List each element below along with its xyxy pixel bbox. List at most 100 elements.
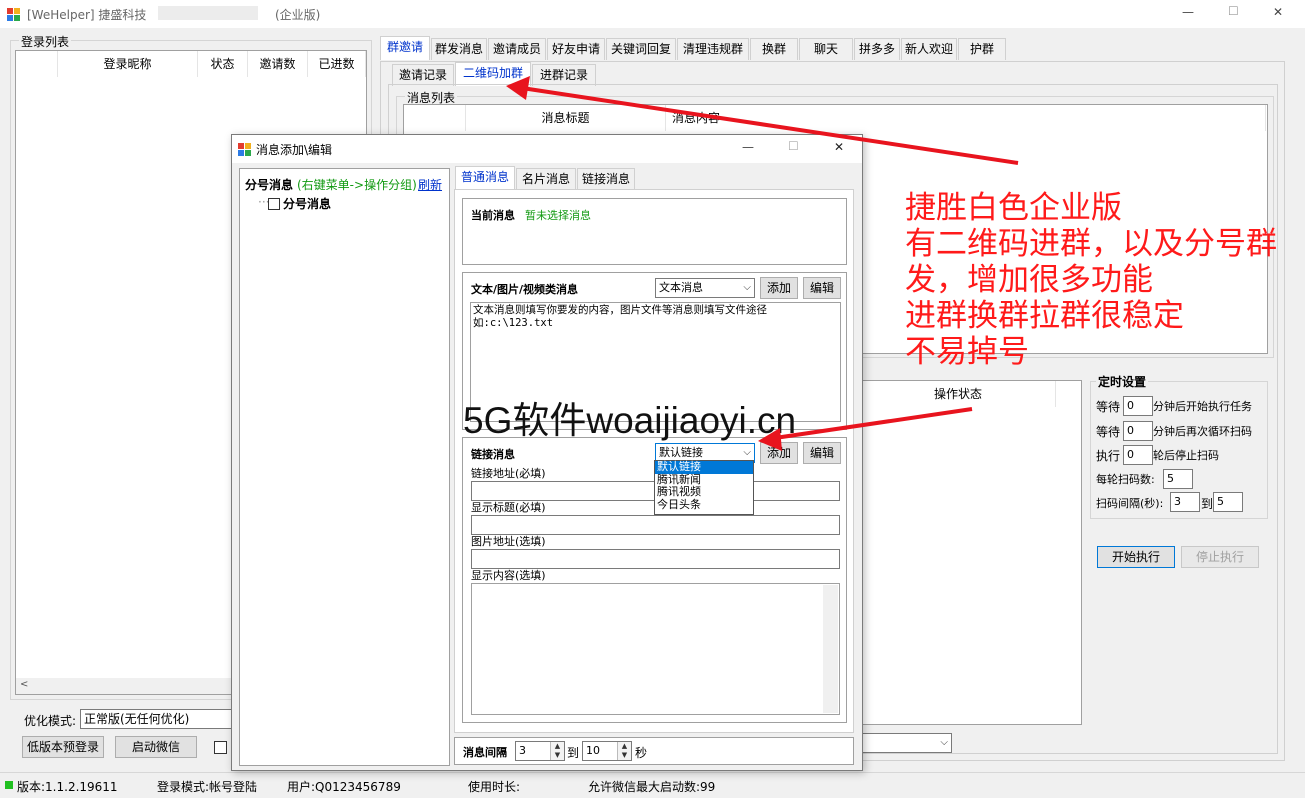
tab-pinduoduo[interactable]: 拼多多 <box>854 38 900 60</box>
optimize-label: 优化模式: <box>24 714 77 728</box>
tab-normal-message[interactable]: 普通消息 <box>455 166 515 190</box>
text-edit-button[interactable]: 编辑 <box>803 277 841 299</box>
minimize-button[interactable]: — <box>1182 5 1194 19</box>
col-status[interactable]: 状态 <box>198 51 248 77</box>
current-message-label: 当前消息 <box>471 209 515 222</box>
link-option-tencent-video[interactable]: 腾讯视频 <box>655 485 753 499</box>
tab-invite-records[interactable]: 邀请记录 <box>392 64 454 86</box>
option-checkbox[interactable] <box>214 741 227 754</box>
link-type-dropdown[interactable]: 默认链接 腾讯新闻 腾讯视频 今日头条 <box>654 460 754 515</box>
link-option-default[interactable]: 默认链接 <box>655 460 753 474</box>
rounds-input[interactable]: 0 <box>1123 445 1153 465</box>
col-joined[interactable]: 已进数 <box>308 51 366 77</box>
col-invites[interactable]: 邀请数 <box>248 51 308 77</box>
status-duration: 使用时长: <box>468 780 521 794</box>
tab-card-message[interactable]: 名片消息 <box>516 168 576 190</box>
tab-invite-members[interactable]: 邀请成员 <box>488 38 546 60</box>
link-content-scrollbar[interactable] <box>823 585 838 713</box>
msg-interval-to[interactable]: 10 ▲ ▼ <box>582 741 632 761</box>
tab-new-welcome[interactable]: 新人欢迎 <box>901 38 957 60</box>
msg-interval-to-label: 到 <box>567 746 580 760</box>
tab-qrcode-join[interactable]: 二维码加群 <box>455 62 531 86</box>
interval-from-input[interactable]: 3 <box>1170 492 1200 512</box>
col-nickname[interactable]: 登录昵称 <box>58 51 198 77</box>
annotation-line-3: 发，增加很多功能 <box>905 262 1153 298</box>
link-edit-button[interactable]: 编辑 <box>803 442 841 464</box>
tab-group-broadcast[interactable]: 群发消息 <box>431 38 487 60</box>
spin-up-icon[interactable]: ▲ <box>617 742 631 751</box>
annotation-line-2: 有二维码进群，以及分号群 <box>905 226 1277 262</box>
tab-keyword-reply[interactable]: 关键词回复 <box>606 38 676 60</box>
status-max-start: 允许微信最大启动数:99 <box>588 780 716 794</box>
text-add-button[interactable]: 添加 <box>760 277 798 299</box>
main-tab-strip: 群邀请 群发消息 邀请成员 好友申请 关键词回复 清理违规群 换群 聊天 拼多多… <box>380 36 1020 62</box>
tab-link-message[interactable]: 链接消息 <box>577 168 635 190</box>
optimize-select[interactable]: 正常版(无任何优化) <box>80 709 240 729</box>
watermark: 5G软件woaijiaoyi.cn <box>463 400 797 441</box>
maximize-button[interactable]: ☐ <box>1228 4 1239 18</box>
tab-switch-group[interactable]: 换群 <box>750 38 798 60</box>
msg-interval-unit: 秒 <box>635 746 648 760</box>
current-message-value: 暂未选择消息 <box>525 209 591 222</box>
start-wechat-button[interactable]: 启动微信 <box>115 736 197 758</box>
window-edition: (企业版) <box>275 8 321 22</box>
msg-col-content[interactable]: 消息内容 <box>666 105 1266 131</box>
exec-label: 执行 <box>1096 449 1121 463</box>
spin-down-icon[interactable]: ▼ <box>617 751 631 760</box>
status-login-mode: 登录模式:帐号登陆 <box>157 780 258 794</box>
msg-interval-from[interactable]: 3 ▲ ▼ <box>515 741 565 761</box>
tree-item-checkbox[interactable] <box>268 198 280 210</box>
tab-chat[interactable]: 聊天 <box>799 38 853 60</box>
title-bar: [WeHelper] 捷盛科技 (企业版) — ☐ ✕ <box>0 0 1305 28</box>
tab-group-invite[interactable]: 群邀请 <box>380 36 430 60</box>
link-content-area[interactable] <box>471 583 840 715</box>
sub-tab-strip: 邀请记录 二维码加群 进群记录 <box>392 62 612 86</box>
stop-execute-button[interactable]: 停止执行 <box>1181 546 1259 568</box>
dialog-title-bar: 消息添加\编辑 — ☐ ✕ <box>232 135 862 163</box>
msg-col-title[interactable]: 消息标题 <box>466 105 666 131</box>
col-blank <box>16 51 58 77</box>
tab-protect-group[interactable]: 护群 <box>958 38 1006 60</box>
spin-up-icon[interactable]: ▲ <box>550 742 564 751</box>
link-image-input[interactable] <box>471 549 840 569</box>
dialog-maximize-button[interactable]: ☐ <box>788 139 799 153</box>
wait-suffix: 分钟后开始执行任务 <box>1153 400 1252 413</box>
per-round-label: 每轮扫码数: <box>1096 473 1155 486</box>
task-select[interactable]: ⌵ <box>860 733 952 753</box>
close-button[interactable]: ✕ <box>1273 5 1283 19</box>
exec-suffix: 轮后停止扫码 <box>1153 449 1219 462</box>
msg-col-blank <box>404 105 466 131</box>
per-round-input[interactable]: 5 <box>1163 469 1193 489</box>
link-add-button[interactable]: 添加 <box>760 442 798 464</box>
wait-minutes-input[interactable]: 0 <box>1123 396 1153 416</box>
spin-down-icon[interactable]: ▼ <box>550 751 564 760</box>
tab-join-records[interactable]: 进群记录 <box>532 64 596 86</box>
low-version-login-button[interactable]: 低版本预登录 <box>22 736 104 758</box>
operation-status-list[interactable]: 操作状态 <box>860 380 1082 725</box>
schedule-title: 定时设置 <box>1096 373 1149 390</box>
dialog-close-button[interactable]: ✕ <box>834 140 844 154</box>
link-option-toutiao[interactable]: 今日头条 <box>655 498 753 512</box>
tree-item[interactable]: 分号消息 <box>283 195 331 212</box>
interval-to-input[interactable]: 5 <box>1213 492 1243 512</box>
annotation-line-1: 捷胜白色企业版 <box>905 190 1122 226</box>
login-list-label: 登录列表 <box>19 33 72 50</box>
loop-minutes-input[interactable]: 0 <box>1123 421 1153 441</box>
wait-label: 等待 <box>1096 400 1121 414</box>
group-tree[interactable]: 分号消息 (右键菜单->操作分组) 刷新 ···· 分号消息 <box>239 168 450 766</box>
tree-refresh-link[interactable]: 刷新 <box>418 176 442 193</box>
tab-clean-groups[interactable]: 清理违规群 <box>677 38 749 60</box>
dialog-minimize-button[interactable]: — <box>742 140 754 154</box>
interval-box: 消息间隔 3 ▲ ▼ 到 10 ▲ ▼ 秒 <box>454 737 854 765</box>
interval-to-label: 到 <box>1201 497 1214 511</box>
msg-interval-from-value: 3 <box>519 744 526 757</box>
wait2-label: 等待 <box>1096 425 1121 439</box>
link-section-label: 链接消息 <box>471 448 515 461</box>
link-title-label: 显示标题(必填) <box>471 501 546 514</box>
scroll-left-icon[interactable]: < <box>20 679 28 690</box>
op-status-header[interactable]: 操作状态 <box>861 381 1056 407</box>
tab-friend-request[interactable]: 好友申请 <box>547 38 605 60</box>
text-type-select[interactable]: 文本消息 ⌵ <box>655 278 755 298</box>
link-title-input[interactable] <box>471 515 840 535</box>
start-execute-button[interactable]: 开始执行 <box>1097 546 1175 568</box>
